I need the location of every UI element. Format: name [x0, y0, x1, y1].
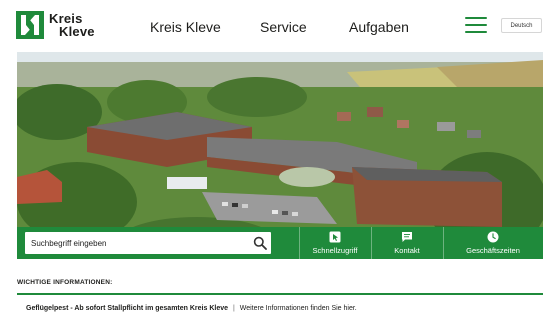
quick-item-label: Kontakt [394, 246, 420, 255]
quick-access-bar: Schnellzugriff Kontakt Geschäftszeiten [17, 227, 543, 259]
quick-item-kontakt[interactable]: Kontakt [371, 227, 443, 259]
quick-item-geschaeftszeiten[interactable]: Geschäftszeiten [457, 227, 529, 259]
search-input[interactable] [25, 232, 245, 254]
search-box [25, 232, 271, 254]
language-switch-button[interactable]: Deutsch [501, 18, 542, 33]
quickbar-divider [443, 227, 444, 259]
info-separator: | [232, 305, 235, 312]
quick-item-label: Schnellzugriff [312, 246, 358, 255]
hamburger-menu-icon[interactable] [465, 17, 487, 33]
quick-item-label: Geschäftszeiten [466, 246, 520, 255]
site-header: Kreis Kleve Kreis Kleve Service Aufgaben… [0, 0, 560, 52]
nav-item-kreis-kleve[interactable]: Kreis Kleve [150, 19, 221, 35]
logo-text: Kreis Kleve [49, 12, 95, 38]
clock-icon [487, 231, 499, 243]
kreis-kleve-logo[interactable]: Kreis Kleve [16, 11, 95, 39]
nav-item-aufgaben[interactable]: Aufgaben [349, 19, 409, 35]
cursor-icon [329, 231, 341, 243]
message-icon [402, 232, 412, 242]
important-info-heading: WICHTIGE INFORMATIONEN: [17, 279, 113, 286]
info-entry: Geflügelpest - Ab sofort Stallpflicht im… [26, 305, 357, 312]
logo-line-2: Kleve [59, 24, 95, 39]
nav-item-service[interactable]: Service [260, 19, 307, 35]
info-more-link[interactable]: Weitere Informationen finden Sie hier. [240, 305, 357, 312]
info-divider [17, 293, 543, 295]
search-icon[interactable] [253, 236, 267, 250]
quick-item-schnellzugriff[interactable]: Schnellzugriff [299, 227, 371, 259]
logo-mark-icon [16, 11, 44, 39]
info-headline[interactable]: Geflügelpest - Ab sofort Stallpflicht im… [26, 305, 228, 312]
